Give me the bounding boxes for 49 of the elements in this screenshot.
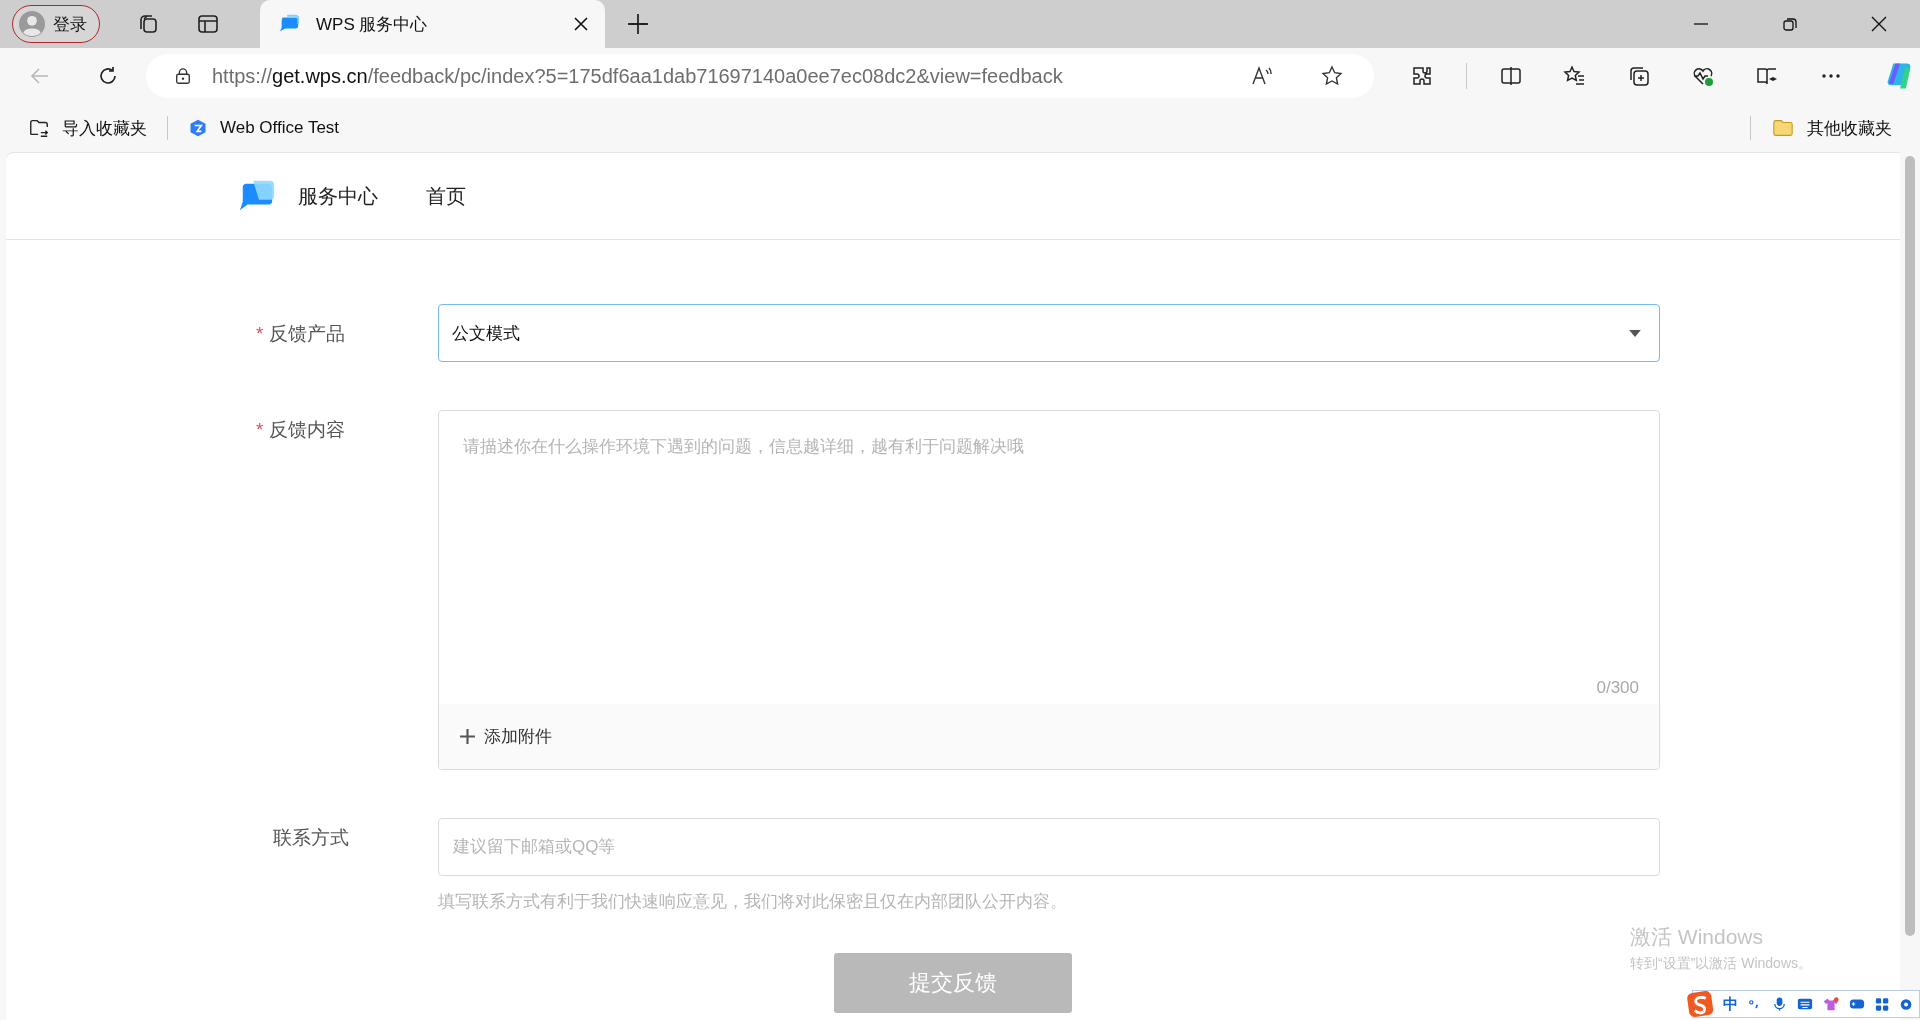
address-field[interactable]: https://get.wps.cn/feedback/pc/index?5=175df6aa1dab71697140a0ee7ec08dc2&view=feedback	[146, 54, 1374, 98]
new-tab-icon[interactable]	[627, 13, 649, 35]
field-label: 反馈内容	[269, 418, 346, 442]
contact-input[interactable]: 建议留下邮箱或QQ等	[438, 818, 1660, 876]
collections-icon[interactable]	[1627, 64, 1651, 88]
plus-icon	[459, 728, 476, 745]
url-text: https://get.wps.cn/feedback/pc/index?5=175df6aa1dab71697140a0ee7ec08dc2&view=feedback	[212, 64, 1063, 88]
dropdown-caret-icon	[1629, 329, 1641, 337]
bookmark-folder[interactable]: 其他收藏夹	[1763, 116, 1900, 140]
favorite-star-icon[interactable]	[1320, 64, 1344, 88]
feedback-textarea[interactable]: 请描述你在什么操作环境下遇到的问题，信息越详细，越有利于问题解决哦 0/300 添加附件	[438, 410, 1660, 770]
product-select[interactable]: 公文模式	[438, 304, 1660, 362]
grid-icon[interactable]	[1874, 996, 1889, 1012]
folder-icon	[1771, 117, 1795, 139]
gamepad-icon[interactable]	[1848, 997, 1865, 1011]
hint-text: 填写联系方式有利于我们快速响应意见，我们将对此保密且仅在内部团队公开内容。	[438, 891, 1068, 913]
keyboard-icon[interactable]	[1796, 997, 1813, 1011]
split-screen-icon[interactable]	[1499, 64, 1523, 88]
avatar-icon	[19, 11, 45, 37]
required-mark: *	[256, 418, 264, 442]
required-mark: *	[256, 322, 264, 346]
bookmark-item[interactable]: 导入收藏夹	[20, 116, 155, 140]
microphone-icon[interactable]	[1771, 996, 1787, 1012]
activation-title: 激活 Windows	[1630, 924, 1765, 950]
brand-name: 服务中心	[298, 183, 378, 209]
lock-icon	[174, 67, 192, 85]
shirt-icon[interactable]	[1822, 996, 1839, 1012]
tab-actions-icon[interactable]	[196, 12, 220, 36]
char-counter: 0/300	[1596, 678, 1639, 698]
favorites-icon[interactable]	[1563, 64, 1587, 88]
nav-link[interactable]: 首页	[426, 182, 466, 210]
close-icon[interactable]	[573, 16, 589, 32]
activation-subtitle: 转到“设置”以激活 Windows。	[1630, 955, 1812, 973]
restore-icon[interactable]	[1782, 16, 1798, 32]
bookmark-item[interactable]: Web Office Test	[180, 118, 348, 138]
field-label: 反馈产品	[269, 322, 346, 346]
field-label: 联系方式	[273, 826, 349, 850]
add-attachment-button[interactable]: 添加附件	[459, 725, 552, 748]
ime-mode[interactable]: 中	[1723, 994, 1739, 1014]
profile-button[interactable]: 登录	[12, 5, 100, 43]
extensions-icon[interactable]	[1410, 64, 1434, 88]
textarea-placeholder: 请描述你在什么操作环境下遇到的问题，信息越详细，越有利于问题解决哦	[462, 436, 1025, 458]
tab-title: WPS 服务中心	[316, 13, 429, 36]
select-value: 公文模式	[452, 322, 520, 345]
browser-tab[interactable]: WPS 服务中心	[260, 0, 605, 48]
scrollbar-thumb[interactable]	[1905, 156, 1915, 936]
cube-icon	[188, 118, 208, 138]
close-window-icon[interactable]	[1871, 16, 1887, 32]
folder-import-icon	[28, 117, 50, 139]
